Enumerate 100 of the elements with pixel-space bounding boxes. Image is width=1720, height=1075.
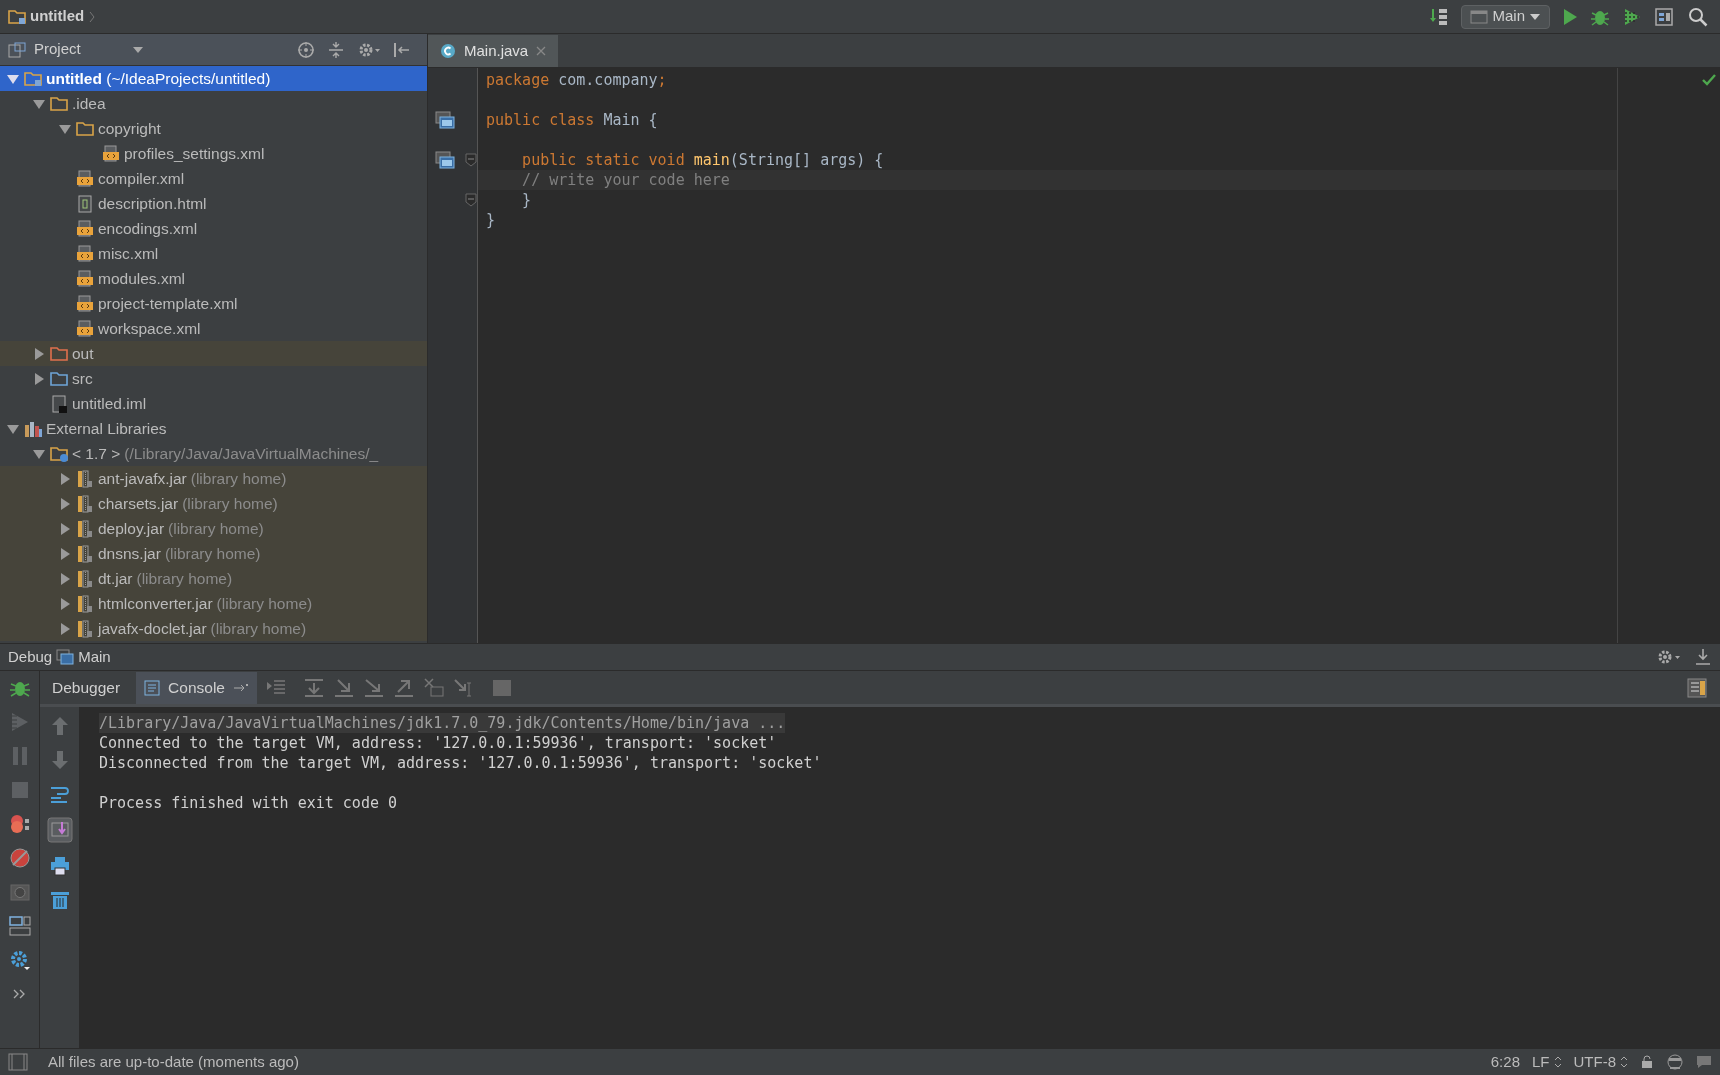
collapsed-arrow-icon[interactable] bbox=[58, 622, 72, 635]
layout-icon[interactable] bbox=[8, 915, 31, 937]
tree-item[interactable]: ant-javafx.jar (library home) bbox=[0, 466, 427, 491]
tree-item[interactable]: charsets.jar (library home) bbox=[0, 491, 427, 516]
mute-breakpoints-icon[interactable] bbox=[8, 847, 31, 869]
window-icon bbox=[1470, 9, 1489, 24]
xml-file-icon bbox=[76, 219, 94, 238]
jar-icon bbox=[76, 519, 94, 538]
close-icon[interactable] bbox=[536, 46, 547, 56]
scroll-to-end-icon[interactable] bbox=[46, 817, 73, 843]
tree-item[interactable]: modules.xml bbox=[0, 266, 427, 291]
camera-icon[interactable] bbox=[8, 881, 31, 903]
search-icon[interactable] bbox=[1688, 6, 1708, 27]
coverage-icon[interactable] bbox=[1622, 6, 1642, 27]
panel-title: Debug bbox=[8, 646, 53, 667]
line-separator-selector[interactable]: LF bbox=[1532, 1050, 1562, 1074]
pin-arrow-icon bbox=[232, 681, 249, 694]
restore-layout-icon[interactable] bbox=[1686, 676, 1708, 699]
drop-frame-icon[interactable] bbox=[422, 676, 445, 699]
code-line: public class Main { bbox=[486, 109, 658, 131]
tree-item[interactable]: < 1.7 > (/Library/Java/JavaVirtualMachines/_ bbox=[0, 441, 427, 466]
tree-item[interactable]: workspace.xml bbox=[0, 316, 427, 341]
tree-item[interactable]: misc.xml bbox=[0, 241, 427, 266]
folder-icon bbox=[50, 344, 68, 363]
console-line: Connected to the target VM, address: '127.0.0.1:59936', transport: 'socket' bbox=[99, 733, 777, 753]
folder-icon bbox=[76, 119, 94, 138]
xml-file-icon bbox=[76, 294, 94, 313]
tree-item[interactable]: htmlconverter.jar (library home) bbox=[0, 591, 427, 616]
collapsed-arrow-icon[interactable] bbox=[58, 547, 72, 560]
force-step-into-icon[interactable] bbox=[362, 676, 385, 699]
jar-icon bbox=[76, 469, 94, 488]
console-icon bbox=[144, 679, 161, 696]
tree-item[interactable]: out bbox=[0, 341, 427, 366]
fold-marker-icon[interactable] bbox=[465, 193, 477, 207]
trash-icon[interactable] bbox=[48, 889, 71, 911]
updown-icon bbox=[1553, 1056, 1562, 1068]
print-icon[interactable] bbox=[48, 855, 71, 877]
expanded-arrow-icon[interactable] bbox=[6, 72, 20, 85]
xml-file-icon bbox=[102, 144, 120, 163]
collapsed-arrow-icon[interactable] bbox=[58, 472, 72, 485]
tree-item[interactable]: javafx-doclet.jar (library home) bbox=[0, 616, 427, 641]
toggle-panels-icon[interactable] bbox=[8, 1053, 28, 1071]
collapsed-arrow-icon[interactable] bbox=[32, 347, 46, 360]
structure-icon[interactable] bbox=[1654, 6, 1676, 27]
binary-icon[interactable] bbox=[1429, 6, 1450, 27]
hide-panel-icon[interactable] bbox=[393, 40, 411, 59]
tree-item[interactable]: dt.jar (library home) bbox=[0, 566, 427, 591]
settings-icon[interactable] bbox=[8, 949, 31, 971]
debug-tab[interactable]: Console bbox=[136, 671, 257, 704]
status-message: All files are up-to-date (moments ago) bbox=[48, 1051, 299, 1072]
collapse-icon[interactable] bbox=[327, 40, 345, 59]
tree-item[interactable]: copyright bbox=[0, 116, 427, 141]
project-breadcrumb[interactable]: untitled bbox=[30, 5, 85, 28]
collapsed-arrow-icon[interactable] bbox=[32, 372, 46, 385]
breakpoints-icon[interactable] bbox=[8, 813, 31, 835]
debug-tab[interactable]: Debugger bbox=[44, 671, 129, 704]
tree-item[interactable]: src bbox=[0, 366, 427, 391]
step-into-icon[interactable] bbox=[332, 676, 355, 699]
tree-item[interactable]: encodings.xml bbox=[0, 216, 427, 241]
settings-icon[interactable] bbox=[1656, 648, 1682, 666]
collapsed-arrow-icon[interactable] bbox=[58, 597, 72, 610]
folder-icon bbox=[50, 94, 68, 113]
jar-icon bbox=[76, 544, 94, 563]
expanded-arrow-icon[interactable] bbox=[58, 122, 72, 135]
code-line: } bbox=[486, 209, 496, 231]
step-over-icon[interactable] bbox=[302, 676, 325, 699]
tree-item[interactable]: untitled (~/IdeaProjects/untitled) bbox=[0, 66, 427, 91]
fold-marker-icon[interactable] bbox=[465, 153, 477, 167]
folder-icon bbox=[50, 369, 68, 388]
lock-icon[interactable] bbox=[1640, 1055, 1654, 1069]
expanded-arrow-icon[interactable] bbox=[32, 97, 46, 110]
jar-icon bbox=[76, 494, 94, 513]
run-config-dropdown[interactable]: Main bbox=[1461, 4, 1550, 29]
tree-item[interactable]: description.html bbox=[0, 191, 427, 216]
tree-item[interactable]: profiles_settings.xml bbox=[0, 141, 427, 166]
code-line: public static void main(String[] args) { bbox=[521, 149, 884, 171]
tree-item[interactable]: compiler.xml bbox=[0, 166, 427, 191]
cursor-position[interactable]: 6:28 bbox=[1490, 1050, 1520, 1074]
tree-item[interactable]: project-template.xml bbox=[0, 291, 427, 316]
chat-icon[interactable] bbox=[1696, 1054, 1712, 1070]
chevron-icon bbox=[88, 9, 97, 24]
collapsed-arrow-icon[interactable] bbox=[58, 522, 72, 535]
tree-item[interactable]: .idea bbox=[0, 91, 427, 116]
tree-item[interactable]: deploy.jar (library home) bbox=[0, 516, 427, 541]
collapsed-arrow-icon[interactable] bbox=[58, 497, 72, 510]
debug-config-name: Main bbox=[78, 646, 111, 667]
collapsed-arrow-icon[interactable] bbox=[58, 572, 72, 585]
expanded-arrow-icon[interactable] bbox=[32, 447, 46, 460]
file-icon bbox=[76, 194, 94, 213]
target-icon[interactable] bbox=[297, 40, 315, 59]
run-icon[interactable] bbox=[1562, 7, 1578, 26]
hide-panel-icon[interactable] bbox=[1694, 648, 1712, 666]
tree-item[interactable]: untitled.iml bbox=[0, 391, 427, 416]
code-line: } bbox=[521, 189, 532, 211]
editor-tab[interactable]: Main.java bbox=[428, 35, 559, 67]
tree-item[interactable]: External Libraries bbox=[0, 416, 427, 441]
encoding-selector[interactable]: UTF-8 bbox=[1573, 1050, 1628, 1074]
tree-item[interactable]: dnsns.jar (library home) bbox=[0, 541, 427, 566]
caret-icon bbox=[1529, 12, 1541, 21]
expanded-arrow-icon[interactable] bbox=[6, 422, 20, 435]
